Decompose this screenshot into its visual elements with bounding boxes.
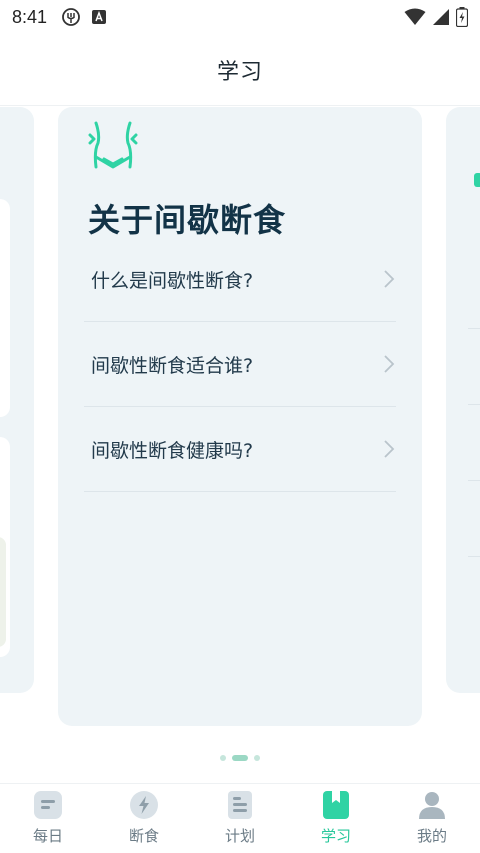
learn-carousel[interactable]: 关于间歇断食 什么是间歇性断食? 间歇性断食适合谁? 间歇性断食健康吗? [0,107,480,777]
chevron-right-icon [384,270,395,288]
plan-icon [228,791,252,819]
next-card-row [468,253,480,329]
page-title: 学习 [216,59,263,85]
daily-icon [34,791,62,819]
nav-item-fasting[interactable]: 断食 [96,784,192,853]
next-card-row [468,481,480,557]
app-notification-icon [92,10,107,24]
nav-item-daily[interactable]: 每日 [0,784,96,853]
profile-icon [419,792,445,819]
qa-item-who-for[interactable]: 间歇性断食适合谁? [84,322,396,407]
pager-dot[interactable] [220,755,226,761]
next-card-icon [474,173,480,187]
qa-item-label: 什么是间歇性断食? [91,269,254,292]
next-card-row [468,405,480,481]
qa-item-label: 间歇性断食适合谁? [91,354,254,377]
qa-list: 什么是间歇性断食? 间歇性断食适合谁? 间歇性断食健康吗? [84,237,396,492]
fasting-icon [130,791,158,819]
nav-item-learn[interactable]: 学习 [288,784,384,853]
qa-item-what-is[interactable]: 什么是间歇性断食? [84,237,396,322]
nav-label: 学习 [320,827,351,845]
signal-icon [433,9,449,25]
previous-card-image [0,537,6,647]
status-time: 8:41 [12,6,48,27]
page-header: 学习 [0,34,480,106]
chevron-right-icon [384,440,395,458]
nav-label: 每日 [32,827,63,845]
qa-item-label: 间歇性断食健康吗? [91,439,254,462]
next-card-row [468,329,480,405]
status-bar: 8:41 [0,0,480,34]
bottom-nav: 每日 断食 计划 学习 我的 [0,783,480,853]
carousel-pager [0,755,480,761]
next-card[interactable] [446,107,480,693]
notification-icons [61,7,107,27]
previous-card[interactable] [0,107,34,693]
pager-dot-active[interactable] [232,755,248,761]
qa-item-is-healthy[interactable]: 间歇性断食健康吗? [84,407,396,492]
nav-item-profile[interactable]: 我的 [384,784,480,853]
battery-icon [456,7,468,27]
wifi-icon [404,8,426,25]
previous-card-panel [0,199,10,417]
body-waist-icon [88,121,138,169]
status-right-icons [404,7,468,27]
app-screen: 8:41 学习 关于间歇断食 什么是间歇性断食? 间歇性断食适合谁? 间歇性断食… [0,0,480,853]
card-title: 关于间歇断食 [88,201,287,239]
nav-item-plan[interactable]: 计划 [192,784,288,853]
intermittent-fasting-card: 关于间歇断食 什么是间歇性断食? 间歇性断食适合谁? 间歇性断食健康吗? [58,107,422,726]
podcast-icon [62,8,80,26]
nav-label: 我的 [416,827,447,845]
nav-label: 断食 [128,827,159,845]
nav-label: 计划 [224,827,255,845]
chevron-right-icon [384,355,395,373]
bookmark-icon [323,791,349,819]
pager-dot[interactable] [254,755,260,761]
